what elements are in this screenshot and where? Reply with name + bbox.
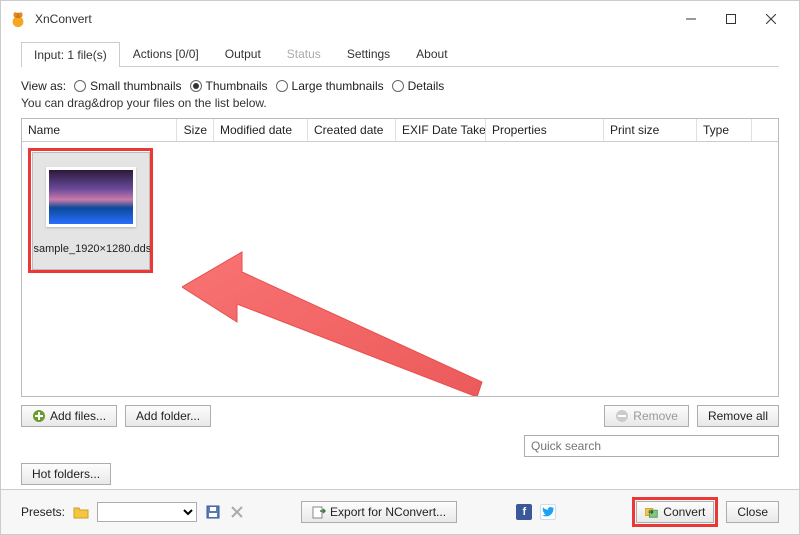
tab-actions[interactable]: Actions [0/0]	[120, 41, 212, 66]
file-list-panel: Name Size Modified date Created date EXI…	[21, 118, 779, 397]
close-button[interactable]	[751, 5, 791, 33]
file-buttons-row: Add files... Add folder... Remove Remove…	[21, 405, 779, 427]
col-exif[interactable]: EXIF Date Taken	[396, 119, 486, 141]
hotfolders-row: Hot folders...	[21, 463, 779, 485]
list-body[interactable]: sample_1920×1280.dds	[22, 142, 778, 396]
quick-search-input[interactable]	[524, 435, 779, 457]
minimize-button[interactable]	[671, 5, 711, 33]
app-icon	[9, 10, 27, 28]
convert-highlight: Convert	[632, 497, 718, 527]
add-files-button[interactable]: Add files...	[21, 405, 117, 427]
remove-all-button[interactable]: Remove all	[697, 405, 779, 427]
col-size[interactable]: Size	[177, 119, 214, 141]
plus-icon	[32, 409, 46, 423]
window-title: XnConvert	[35, 12, 671, 26]
add-folder-button[interactable]: Add folder...	[125, 405, 211, 427]
footer-bar: Presets: Export for NConvert... f Conver…	[1, 489, 799, 534]
col-type[interactable]: Type	[697, 119, 752, 141]
tab-bar: Input: 1 file(s) Actions [0/0] Output St…	[21, 41, 779, 67]
convert-button[interactable]: Convert	[636, 501, 714, 523]
col-printsize[interactable]: Print size	[604, 119, 697, 141]
save-preset-icon[interactable]	[205, 504, 221, 520]
tab-about[interactable]: About	[403, 41, 460, 66]
twitter-icon[interactable]	[540, 504, 556, 520]
col-created[interactable]: Created date	[308, 119, 396, 141]
view-as-label: View as:	[21, 79, 66, 93]
minus-icon	[615, 409, 629, 423]
radio-details[interactable]: Details	[392, 79, 445, 93]
radio-small-thumbnails[interactable]: Small thumbnails	[74, 79, 181, 93]
close-button-footer[interactable]: Close	[726, 501, 779, 523]
titlebar: XnConvert	[1, 1, 799, 37]
delete-preset-icon[interactable]	[229, 504, 245, 520]
col-properties[interactable]: Properties	[486, 119, 604, 141]
export-icon	[312, 505, 326, 519]
app-window: XnConvert Input: 1 file(s) Actions [0/0]…	[0, 0, 800, 535]
col-name[interactable]: Name	[22, 119, 177, 141]
search-row	[21, 435, 779, 457]
convert-icon	[645, 505, 659, 519]
tab-output[interactable]: Output	[212, 41, 274, 66]
thumbnail-inner: sample_1920×1280.dds	[32, 152, 150, 270]
col-modified[interactable]: Modified date	[214, 119, 308, 141]
thumbnail-image	[46, 167, 136, 227]
annotation-arrow	[182, 222, 502, 396]
export-nconvert-button[interactable]: Export for NConvert...	[301, 501, 457, 523]
drag-hint: You can drag&drop your files on the list…	[21, 96, 779, 110]
tab-status: Status	[274, 41, 334, 66]
radio-thumbnails[interactable]: Thumbnails	[190, 79, 268, 93]
maximize-button[interactable]	[711, 5, 751, 33]
hot-folders-button[interactable]: Hot folders...	[21, 463, 111, 485]
list-header: Name Size Modified date Created date EXI…	[22, 119, 778, 142]
view-as-row: View as: Small thumbnails Thumbnails Lar…	[21, 79, 779, 93]
radio-large-thumbnails[interactable]: Large thumbnails	[276, 79, 384, 93]
facebook-icon[interactable]: f	[516, 504, 532, 520]
content-area: Input: 1 file(s) Actions [0/0] Output St…	[1, 37, 799, 489]
presets-dropdown[interactable]	[97, 502, 197, 522]
presets-label: Presets:	[21, 505, 65, 519]
file-thumbnail[interactable]: sample_1920×1280.dds	[28, 148, 153, 273]
folder-icon[interactable]	[73, 505, 89, 519]
thumbnail-filename: sample_1920×1280.dds	[32, 243, 150, 255]
tab-input[interactable]: Input: 1 file(s)	[21, 42, 120, 67]
remove-button[interactable]: Remove	[604, 405, 689, 427]
tab-settings[interactable]: Settings	[334, 41, 403, 66]
